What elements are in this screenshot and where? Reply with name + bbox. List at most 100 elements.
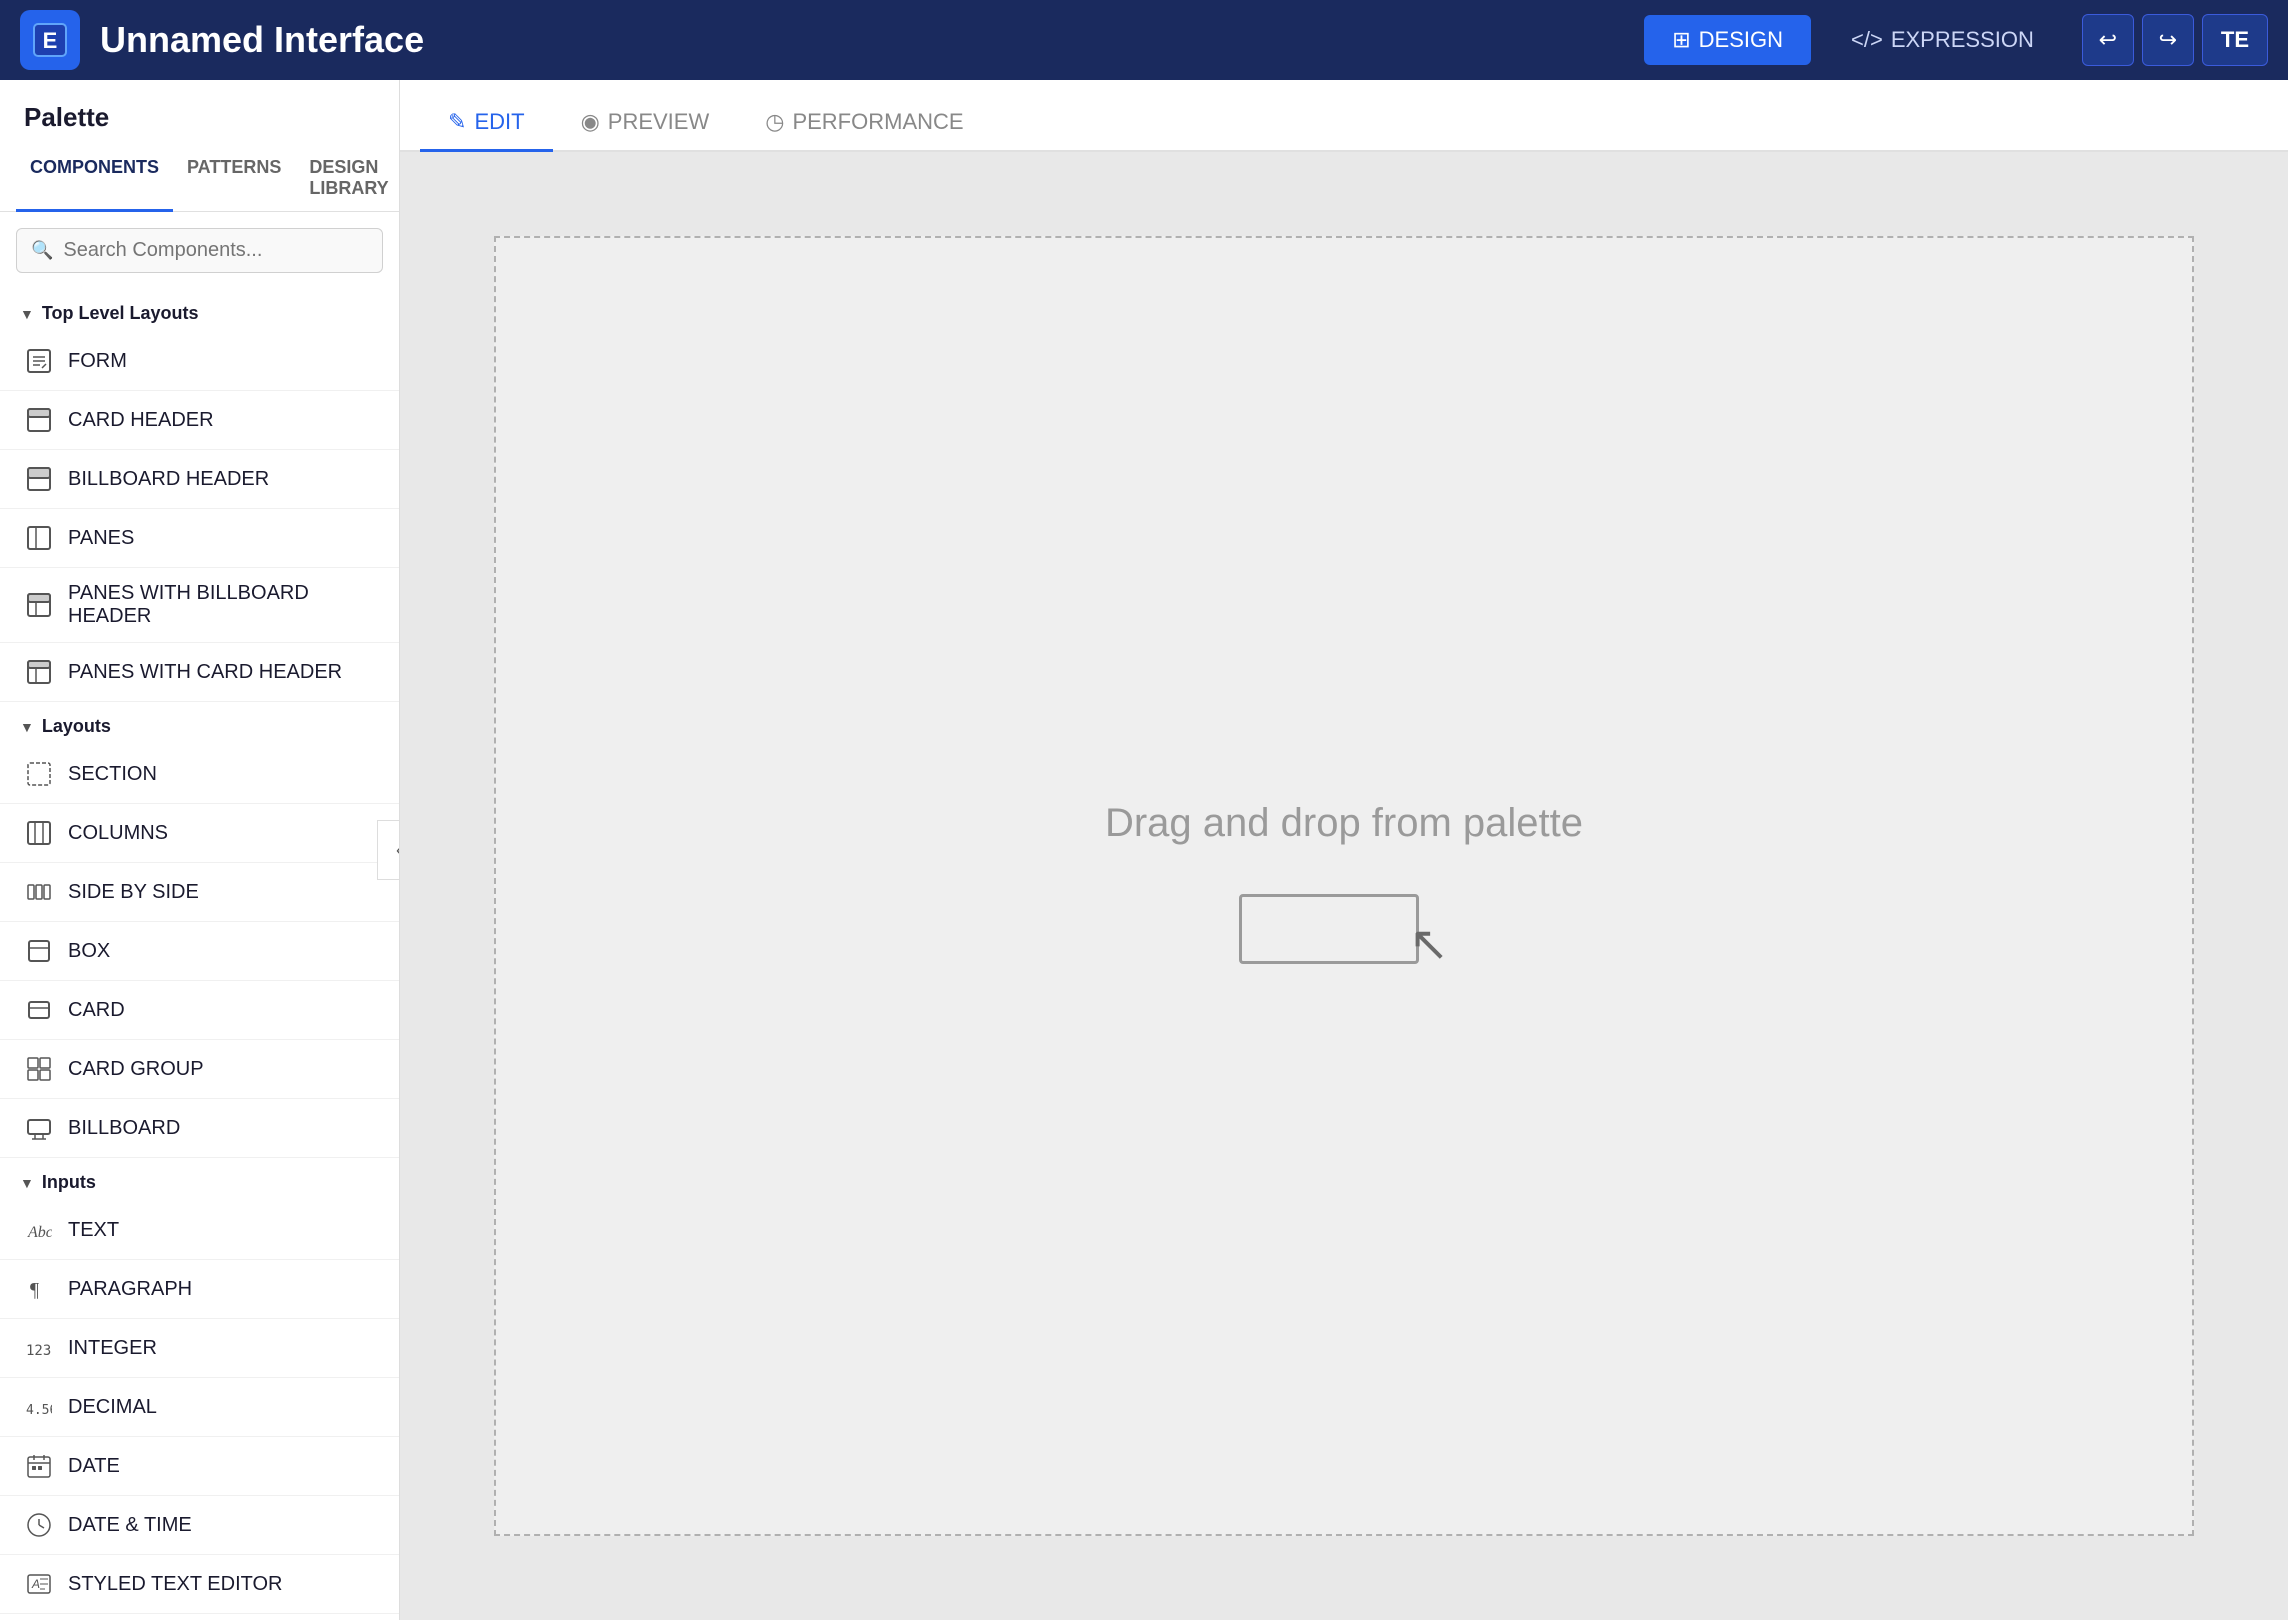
te-label: TE — [2221, 27, 2249, 53]
app-logo: E — [20, 10, 80, 70]
search-icon: 🔍 — [31, 240, 53, 261]
paragraph-icon: ¶ — [24, 1274, 54, 1304]
edit-tab-label: EDIT — [474, 109, 524, 135]
form-label: FORM — [68, 350, 127, 373]
svg-text:E: E — [43, 28, 58, 53]
tab-preview[interactable]: ◉ PREVIEW — [553, 95, 738, 152]
card-icon — [24, 995, 54, 1025]
header-actions: ↩ ↪ TE — [2082, 14, 2268, 66]
palette-item-billboard[interactable]: BILLBOARD — [0, 1099, 399, 1158]
redo-button[interactable]: ↪ — [2142, 14, 2194, 66]
header-tabs: ⊞ DESIGN </> EXPRESSION — [1644, 15, 2062, 65]
palette-item-card-header[interactable]: CARD HEADER — [0, 391, 399, 450]
integer-label: INTEGER — [68, 1337, 157, 1360]
palette-item-date-time[interactable]: DATE & TIME — [0, 1496, 399, 1555]
palette-item-form[interactable]: FORM — [0, 332, 399, 391]
section-inputs[interactable]: Inputs — [0, 1158, 399, 1201]
edit-area: ✎ EDIT ◉ PREVIEW ◷ PERFORMANCE Drag and … — [400, 80, 2288, 1620]
date-time-label: DATE & TIME — [68, 1514, 192, 1537]
tab-edit[interactable]: ✎ EDIT — [420, 95, 553, 152]
search-input[interactable] — [63, 239, 368, 262]
panes-card-label: PANES WITH CARD HEADER — [68, 661, 342, 684]
svg-text:Abc: Abc — [27, 1224, 52, 1241]
panes-billboard-label: PANES WITH BILLBOARD HEADER — [68, 582, 375, 628]
svg-text:A: A — [31, 1577, 40, 1591]
palette-item-panes-billboard[interactable]: PANES WITH BILLBOARD HEADER — [0, 568, 399, 643]
edit-tabs: ✎ EDIT ◉ PREVIEW ◷ PERFORMANCE — [400, 80, 2288, 152]
eye-icon: ◉ — [581, 109, 600, 135]
columns-icon — [24, 818, 54, 848]
card-header-label: CARD HEADER — [68, 409, 214, 432]
sidebar: Palette COMPONENTS PATTERNS DESIGN LIBRA… — [0, 80, 400, 1620]
canvas: Drag and drop from palette ↖ — [400, 152, 2288, 1620]
redo-icon: ↪ — [2159, 27, 2177, 53]
decimal-label: DECIMAL — [68, 1396, 157, 1419]
app-title: Unnamed Interface — [100, 19, 1624, 61]
svg-text:123: 123 — [26, 1343, 51, 1359]
card-group-label: CARD GROUP — [68, 1058, 204, 1081]
billboard-icon — [24, 1113, 54, 1143]
palette-item-paragraph[interactable]: ¶ PARAGRAPH — [0, 1260, 399, 1319]
date-icon — [24, 1451, 54, 1481]
section-icon — [24, 759, 54, 789]
expression-tab[interactable]: </> EXPRESSION — [1823, 15, 2062, 65]
sidebar-title: Palette — [0, 80, 399, 147]
card-label: CARD — [68, 999, 125, 1022]
section-layouts[interactable]: Layouts — [0, 702, 399, 745]
tab-patterns[interactable]: PATTERNS — [173, 147, 295, 212]
design-icon: ⊞ — [1672, 27, 1690, 53]
palette-item-decimal[interactable]: 4.56 DECIMAL — [0, 1378, 399, 1437]
card-header-icon — [24, 405, 54, 435]
palette-item-columns[interactable]: COLUMNS — [0, 804, 399, 863]
palette-item-encrypted-text[interactable]: ENCRYPTED TEXT — [0, 1614, 399, 1620]
palette-item-billboard-header[interactable]: BILLBOARD HEADER — [0, 450, 399, 509]
palette-item-side-by-side[interactable]: SIDE BY SIDE — [0, 863, 399, 922]
palette-item-card-group[interactable]: CARD GROUP — [0, 1040, 399, 1099]
design-tab[interactable]: ⊞ DESIGN — [1644, 15, 1811, 65]
palette-item-styled-text-editor[interactable]: A STYLED TEXT EDITOR — [0, 1555, 399, 1614]
palette-item-panes[interactable]: PANES — [0, 509, 399, 568]
date-time-icon — [24, 1510, 54, 1540]
expression-tab-label: EXPRESSION — [1891, 27, 2034, 53]
sidebar-content: Top Level Layouts FORM — [0, 289, 399, 1620]
undo-button[interactable]: ↩ — [2082, 14, 2134, 66]
canvas-drop-area[interactable]: Drag and drop from palette ↖ — [494, 236, 2194, 1536]
palette-item-panes-card[interactable]: PANES WITH CARD HEADER — [0, 643, 399, 702]
box-label: BOX — [68, 940, 110, 963]
section-top-level-layouts[interactable]: Top Level Layouts — [0, 289, 399, 332]
palette-item-section[interactable]: SECTION — [0, 745, 399, 804]
drop-hint-text: Drag and drop from palette — [1105, 801, 1583, 846]
design-tab-label: DESIGN — [1699, 27, 1783, 53]
tab-components[interactable]: COMPONENTS — [16, 147, 173, 212]
palette-item-text[interactable]: Abc TEXT — [0, 1201, 399, 1260]
te-button[interactable]: TE — [2202, 14, 2268, 66]
palette-item-date[interactable]: DATE — [0, 1437, 399, 1496]
palette-item-box[interactable]: BOX — [0, 922, 399, 981]
integer-icon: 123 — [24, 1333, 54, 1363]
search-box: 🔍 — [16, 228, 383, 273]
decimal-icon: 4.56 — [24, 1392, 54, 1422]
svg-text:4.56: 4.56 — [26, 1403, 52, 1418]
palette-item-card[interactable]: CARD — [0, 981, 399, 1040]
billboard-header-label: BILLBOARD HEADER — [68, 468, 269, 491]
panes-label: PANES — [68, 527, 134, 550]
palette-item-integer[interactable]: 123 INTEGER — [0, 1319, 399, 1378]
text-label: TEXT — [68, 1219, 119, 1242]
card-group-icon — [24, 1054, 54, 1084]
section-label: SECTION — [68, 763, 157, 786]
edit-pencil-icon: ✎ — [448, 109, 466, 135]
tab-performance[interactable]: ◷ PERFORMANCE — [737, 95, 991, 152]
side-by-side-icon — [24, 877, 54, 907]
performance-tab-label: PERFORMANCE — [792, 109, 963, 135]
tab-design-library[interactable]: DESIGN LIBRARY — [295, 147, 400, 212]
columns-label: COLUMNS — [68, 822, 168, 845]
box-icon — [24, 936, 54, 966]
styled-text-icon: A — [24, 1569, 54, 1599]
billboard-label: BILLBOARD — [68, 1117, 180, 1140]
svg-text:¶: ¶ — [30, 1279, 39, 1301]
text-icon: Abc — [24, 1215, 54, 1245]
side-by-side-label: SIDE BY SIDE — [68, 881, 199, 904]
sidebar-toggle[interactable]: ‹ — [377, 820, 400, 880]
drop-rect — [1239, 894, 1419, 964]
cursor-icon: ↖ — [1409, 916, 1449, 972]
